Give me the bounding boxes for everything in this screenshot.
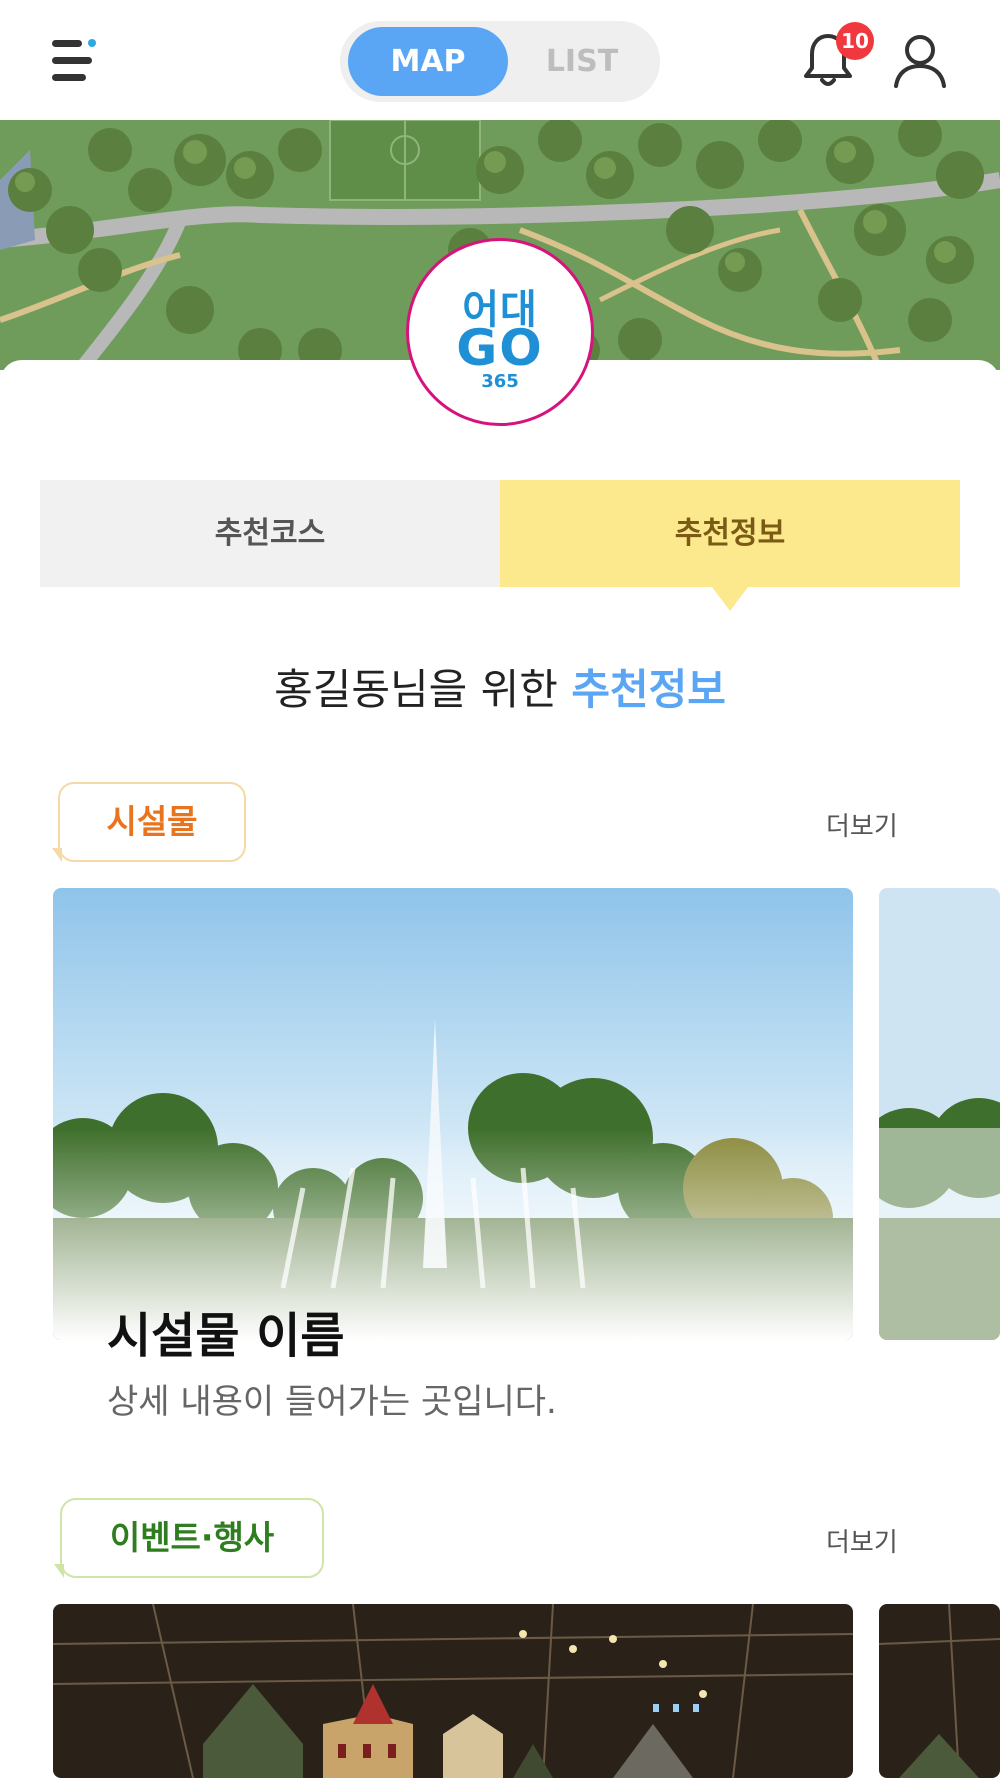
recommend-tabs: 추천코스 추천정보 [40,480,960,587]
user-icon[interactable] [888,28,952,92]
section-tag-label: 이벤트·행사 [109,1518,275,1557]
event-card-image[interactable] [53,1604,853,1778]
logo-line2: GO [456,319,544,377]
section-tag-label: 시설물 [106,802,198,841]
event-card-image-next[interactable] [879,1604,1000,1778]
map-list-toggle: MAP LIST [340,21,660,102]
top-bar: MAP LIST 10 [0,0,1000,120]
app-logo: 어대 GO 365 [406,238,594,426]
section-tag-events: 이벤트·행사 [54,1498,324,1578]
list-toggle-button[interactable]: LIST [512,27,652,96]
app-screen: MAP LIST 10 어대 GO 365 추천코스 추천정보 홍길동님을 위한… [0,0,1000,1778]
tab-recommended-course[interactable]: 추천코스 [40,480,500,587]
facility-card-desc: 상세 내용이 들어가는 곳입니다. [107,1382,557,1422]
greeting-heading: 홍길동님을 위한 추천정보 [0,656,1000,717]
section-tag-facilities: 시설물 [52,782,246,862]
logo-line3: 365 [481,371,519,392]
more-link-events[interactable]: 더보기 [826,1522,898,1559]
map-toggle-button[interactable]: MAP [348,27,508,96]
active-tab-pointer [712,587,748,611]
greeting-highlight: 추천정보 [571,665,726,714]
notification-badge: 10 [836,22,874,60]
more-link-facilities[interactable]: 더보기 [826,806,898,843]
greeting-prefix: 홍길동님을 위한 [274,665,558,714]
menu-icon[interactable] [52,36,102,86]
tab-recommended-info[interactable]: 추천정보 [500,480,960,587]
facility-card-title: 시설물 이름 [107,1308,345,1364]
facility-card-image[interactable] [53,888,853,1340]
facility-card-image-next[interactable] [879,888,1000,1340]
